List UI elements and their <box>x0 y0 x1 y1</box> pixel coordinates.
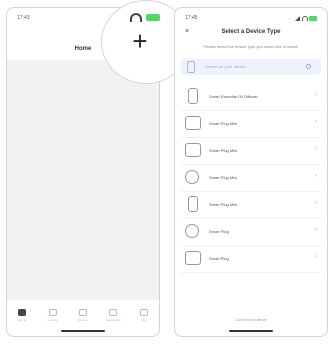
list-item-label: Smart Plug Mini <box>209 175 238 180</box>
list-item-label: Smart Essential Oil Diffuser <box>209 94 258 99</box>
list-item[interactable]: Smart Plug Mini › <box>181 111 321 138</box>
tab-label: Me <box>141 317 146 322</box>
signal-icon <box>295 16 300 21</box>
page-title: Select a Device Type <box>221 29 281 35</box>
status-bar: 17:45 <box>183 15 319 23</box>
list-item-label: Smart Plug Mini <box>209 148 238 153</box>
home-icon <box>18 308 27 316</box>
battery-icon <box>309 16 317 21</box>
chevron-right-icon: › <box>315 173 317 179</box>
search-icon[interactable] <box>306 64 311 69</box>
scenes-icon <box>78 308 87 316</box>
tab-label: Home <box>18 317 27 322</box>
tab-label: Scenes <box>77 317 88 322</box>
plug-icon <box>185 251 201 265</box>
chevron-right-icon: › <box>315 119 317 125</box>
plug-round-icon <box>185 170 199 184</box>
status-icons <box>126 13 166 23</box>
list-item-label: Smart Plug <box>209 229 229 234</box>
home-indicator <box>229 330 273 332</box>
plug-mini-icon <box>185 143 201 157</box>
nav-header: × Select a Device Type <box>175 28 327 40</box>
add-device-button[interactable]: + <box>128 28 152 54</box>
chevron-right-icon: › <box>315 92 317 98</box>
instructions-text: Please select the device type you would … <box>203 44 299 49</box>
list-item[interactable]: Smart Plug Mini › <box>181 138 321 165</box>
list-item[interactable]: Smart Essential Oil Diffuser › <box>181 84 321 111</box>
chevron-right-icon: › <box>315 200 317 206</box>
device-icon <box>187 61 195 73</box>
list-item-label: Smart Plug <box>209 256 229 261</box>
tab-scenes[interactable]: Scenes <box>71 308 95 322</box>
plug-tall-icon <box>188 196 198 212</box>
list-item[interactable]: Smart Plug Mini › <box>181 165 321 192</box>
automation-icon <box>109 308 118 316</box>
plug-mini-icon <box>185 116 201 130</box>
status-time: 17:43 <box>17 15 30 21</box>
tab-me[interactable]: Me <box>132 308 156 322</box>
tab-bar: Home Devices Scenes Automation Me <box>7 304 159 326</box>
wifi-icon <box>302 16 308 21</box>
chevron-right-icon: › <box>315 227 317 233</box>
status-time: 17:45 <box>185 15 198 21</box>
wifi-icon <box>130 13 142 22</box>
tab-devices[interactable]: Devices <box>41 308 65 322</box>
cant-find-device-link[interactable]: Can't find my device <box>175 318 327 322</box>
tab-automation[interactable]: Automation <box>101 308 125 322</box>
list-item[interactable]: Smart Plug › <box>181 219 321 246</box>
status-icons <box>295 16 317 21</box>
home-content <box>7 60 159 300</box>
search-field[interactable]: Search for your device... <box>181 59 321 75</box>
select-device-screen: 17:45 × Select a Device Type Please sele… <box>174 7 328 337</box>
devices-icon <box>48 308 57 316</box>
plug-icon <box>185 224 199 238</box>
device-type-list: Smart Essential Oil Diffuser › Smart Plu… <box>175 84 327 273</box>
chevron-right-icon: › <box>315 146 317 152</box>
chevron-right-icon: › <box>315 254 317 260</box>
battery-icon <box>146 14 160 21</box>
list-item-label: Smart Plug Mini <box>209 202 238 207</box>
list-item[interactable]: Smart Plug › <box>181 246 321 273</box>
tab-label: Devices <box>47 317 58 322</box>
list-item-label: Smart Plug Mini <box>209 121 238 126</box>
home-indicator <box>61 330 105 332</box>
tab-label: Automation <box>105 317 121 322</box>
user-icon <box>139 308 148 316</box>
search-placeholder: Search for your device... <box>205 64 249 69</box>
diffuser-icon <box>188 88 198 104</box>
list-item[interactable]: Smart Plug Mini › <box>181 192 321 219</box>
tab-home[interactable]: Home <box>10 308 34 322</box>
